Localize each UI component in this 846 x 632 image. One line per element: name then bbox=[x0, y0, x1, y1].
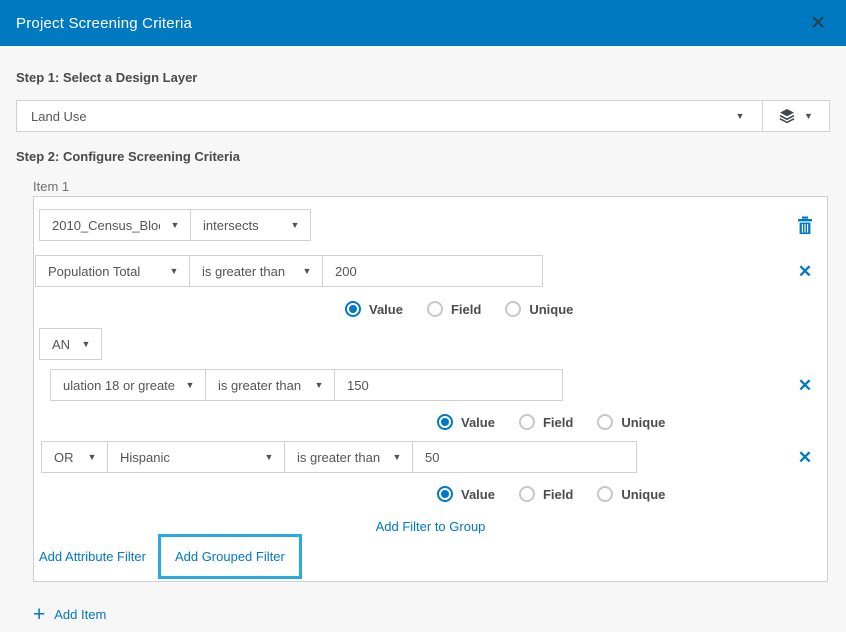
screening-layer-dropdown[interactable]: 2010_Census_Blocks ▼ bbox=[40, 210, 190, 240]
chevron-down-icon: ▼ bbox=[171, 221, 180, 230]
filter3-logic-dropdown[interactable]: OR ▼ bbox=[42, 442, 107, 472]
filter1-radio-value[interactable] bbox=[345, 301, 361, 317]
filter2-operator-value: is greater than bbox=[206, 378, 301, 393]
chevron-down-icon: ▼ bbox=[393, 453, 402, 462]
dialog-header: Project Screening Criteria ✕ bbox=[0, 0, 846, 46]
filter2-combo: ulation 18 or greater ▼ is greater than … bbox=[50, 369, 563, 401]
filter2-radio-field-label: Field bbox=[543, 415, 573, 430]
filter-actions-row: Add Attribute Filter Add Grouped Filter bbox=[39, 534, 827, 579]
spatial-operator-value: intersects bbox=[191, 218, 259, 233]
chevron-down-icon: ▼ bbox=[804, 112, 813, 121]
step1-label: Step 1: Select a Design Layer bbox=[16, 71, 830, 85]
filter2-mode-radios: Value Field Unique bbox=[437, 414, 827, 430]
filter1-operator-dropdown[interactable]: is greater than ▼ bbox=[189, 256, 322, 286]
filter1-value-input[interactable] bbox=[322, 256, 542, 286]
filter3-radio-field-label: Field bbox=[543, 487, 573, 502]
chevron-down-icon: ▼ bbox=[88, 453, 97, 462]
filter1-radio-field-label: Field bbox=[451, 302, 481, 317]
design-layer-dropdown-toggle[interactable]: ▼ bbox=[718, 101, 762, 131]
layer-operator-combo: 2010_Census_Blocks ▼ intersects ▼ bbox=[39, 209, 311, 241]
chevron-down-icon: ▼ bbox=[736, 112, 745, 121]
filter3-operator-dropdown[interactable]: is greater than ▼ bbox=[284, 442, 412, 472]
remove-filter1-icon[interactable]: ✕ bbox=[798, 263, 812, 280]
step2-label: Step 2: Configure Screening Criteria bbox=[16, 150, 830, 164]
filter1-field-dropdown[interactable]: Population Total ▼ bbox=[36, 256, 189, 286]
filter1-radio-field[interactable] bbox=[427, 301, 443, 317]
add-item-label: Add Item bbox=[54, 607, 106, 622]
logic-operator-dropdown[interactable]: AND ▼ bbox=[40, 329, 101, 359]
chevron-down-icon: ▼ bbox=[82, 340, 91, 349]
logic-operator-row: AND ▼ bbox=[39, 328, 827, 360]
filter3-radio-unique-label: Unique bbox=[621, 487, 665, 502]
filter1-operator-value: is greater than bbox=[190, 264, 285, 279]
filter3-field-value: Hispanic bbox=[108, 450, 170, 465]
chevron-down-icon: ▼ bbox=[291, 221, 300, 230]
plus-icon: + bbox=[33, 604, 45, 625]
filter3-logic-value: OR bbox=[42, 450, 74, 465]
chevron-down-icon: ▼ bbox=[186, 381, 195, 390]
filter2-operator-dropdown[interactable]: is greater than ▼ bbox=[205, 370, 334, 400]
layers-menu-button[interactable]: ▼ bbox=[763, 101, 829, 131]
filter2-field-dropdown[interactable]: ulation 18 or greater ▼ bbox=[51, 370, 205, 400]
filter2-radio-value[interactable] bbox=[437, 414, 453, 430]
dialog-title: Project Screening Criteria bbox=[16, 15, 192, 32]
filter2-radio-value-label: Value bbox=[461, 415, 495, 430]
close-icon[interactable]: ✕ bbox=[806, 12, 830, 35]
filter3-radio-value[interactable] bbox=[437, 486, 453, 502]
logic-operator-combo: AND ▼ bbox=[39, 328, 102, 360]
filter3-operator-value: is greater than bbox=[285, 450, 380, 465]
filter3-radio-unique[interactable] bbox=[597, 486, 613, 502]
chevron-down-icon: ▼ bbox=[170, 267, 179, 276]
chevron-down-icon: ▼ bbox=[265, 453, 274, 462]
filter2-value-input[interactable] bbox=[334, 370, 562, 400]
layer-criteria-row: 2010_Census_Blocks ▼ intersects ▼ bbox=[39, 209, 827, 241]
remove-filter2-icon[interactable]: ✕ bbox=[798, 377, 812, 394]
chevron-down-icon: ▼ bbox=[303, 267, 312, 276]
project-screening-dialog: Project Screening Criteria ✕ Step 1: Sel… bbox=[0, 0, 846, 632]
design-layer-value: Land Use bbox=[17, 101, 718, 131]
filter-row-3: OR ▼ Hispanic ▼ is greater than ▼ ✕ bbox=[41, 441, 827, 473]
filter2-field-value: ulation 18 or greater bbox=[51, 378, 175, 393]
trash-icon bbox=[797, 216, 813, 235]
spatial-operator-dropdown[interactable]: intersects ▼ bbox=[190, 210, 310, 240]
design-layer-select[interactable]: Land Use ▼ ▼ bbox=[16, 100, 830, 132]
filter1-mode-radios: Value Field Unique bbox=[345, 301, 827, 317]
add-attribute-filter-link[interactable]: Add Attribute Filter bbox=[39, 549, 146, 564]
filter3-radio-value-label: Value bbox=[461, 487, 495, 502]
filter1-radio-value-label: Value bbox=[369, 302, 403, 317]
filter2-radio-field[interactable] bbox=[519, 414, 535, 430]
item-panel: 2010_Census_Blocks ▼ intersects ▼ bbox=[33, 196, 828, 582]
add-item-button[interactable]: + Add Item bbox=[33, 603, 830, 625]
filter-row-1: Population Total ▼ is greater than ▼ ✕ bbox=[35, 255, 827, 287]
filter1-field-value: Population Total bbox=[36, 264, 140, 279]
filter3-radio-field[interactable] bbox=[519, 486, 535, 502]
remove-filter3-icon[interactable]: ✕ bbox=[798, 449, 812, 466]
add-filter-to-group-row: Add Filter to Group bbox=[34, 520, 827, 534]
filter1-radio-unique-label: Unique bbox=[529, 302, 573, 317]
filter3-field-dropdown[interactable]: Hispanic ▼ bbox=[107, 442, 284, 472]
screening-layer-value: 2010_Census_Blocks bbox=[40, 218, 160, 233]
filter2-radio-unique[interactable] bbox=[597, 414, 613, 430]
layers-icon bbox=[779, 108, 795, 124]
filter3-value-input[interactable] bbox=[412, 442, 636, 472]
logic-operator-value: AND bbox=[40, 337, 71, 352]
filter1-radio-unique[interactable] bbox=[505, 301, 521, 317]
add-filter-to-group-link[interactable]: Add Filter to Group bbox=[376, 519, 486, 534]
filter-row-2: ulation 18 or greater ▼ is greater than … bbox=[50, 369, 827, 401]
delete-item-icon[interactable] bbox=[797, 216, 813, 235]
add-grouped-filter-highlight: Add Grouped Filter bbox=[158, 534, 302, 579]
filter3-mode-radios: Value Field Unique bbox=[437, 486, 827, 502]
chevron-down-icon: ▼ bbox=[315, 381, 324, 390]
filter3-combo: OR ▼ Hispanic ▼ is greater than ▼ bbox=[41, 441, 637, 473]
item-label: Item 1 bbox=[33, 180, 830, 193]
filter1-combo: Population Total ▼ is greater than ▼ bbox=[35, 255, 543, 287]
add-grouped-filter-link[interactable]: Add Grouped Filter bbox=[175, 549, 285, 564]
filter2-radio-unique-label: Unique bbox=[621, 415, 665, 430]
